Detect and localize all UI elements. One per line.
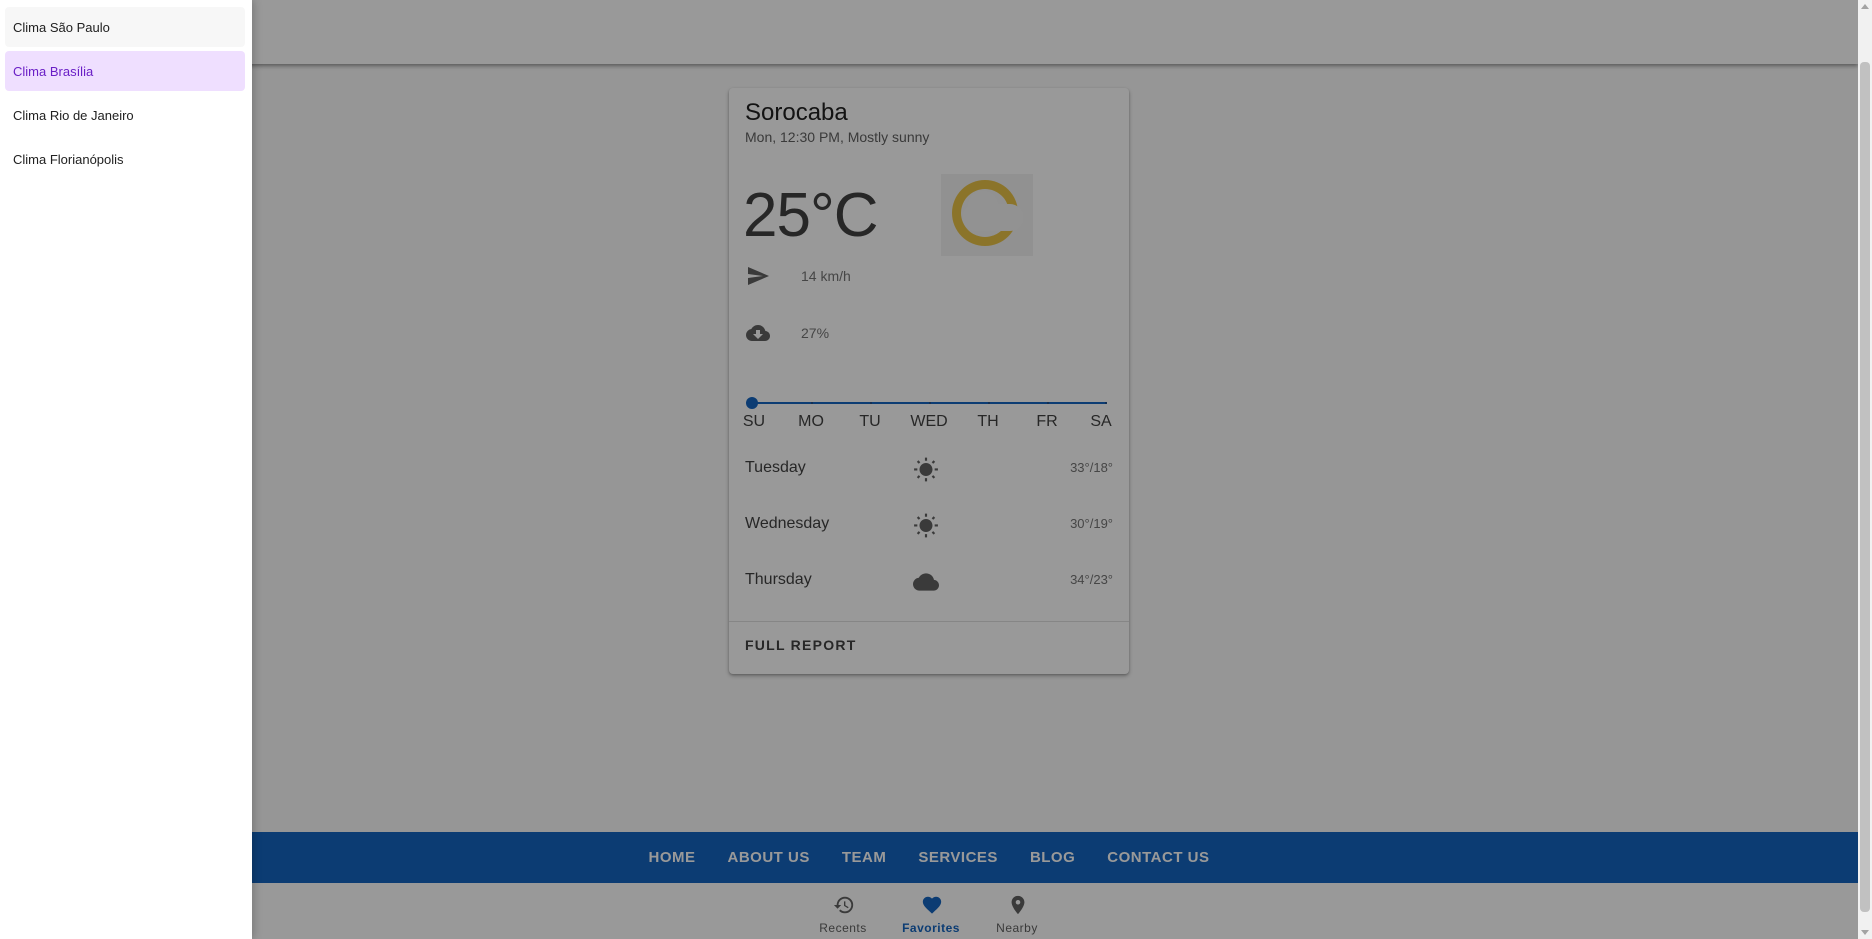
drawer-backdrop[interactable] (0, 0, 1858, 939)
drawer-item-florianopolis[interactable]: Clima Florianópolis (5, 139, 245, 179)
scroll-down-arrow-icon[interactable] (1861, 930, 1869, 935)
page-scrollbar[interactable] (1858, 0, 1872, 939)
scroll-up-arrow-icon[interactable] (1861, 4, 1869, 9)
drawer-item-rio-de-janeiro[interactable]: Clima Rio de Janeiro (5, 95, 245, 135)
navigation-drawer: Clima São Paulo Clima Brasília Clima Rio… (0, 0, 252, 939)
scrollbar-thumb[interactable] (1860, 62, 1870, 912)
drawer-item-brasilia[interactable]: Clima Brasília (5, 51, 245, 91)
drawer-item-sao-paulo[interactable]: Clima São Paulo (5, 7, 245, 47)
